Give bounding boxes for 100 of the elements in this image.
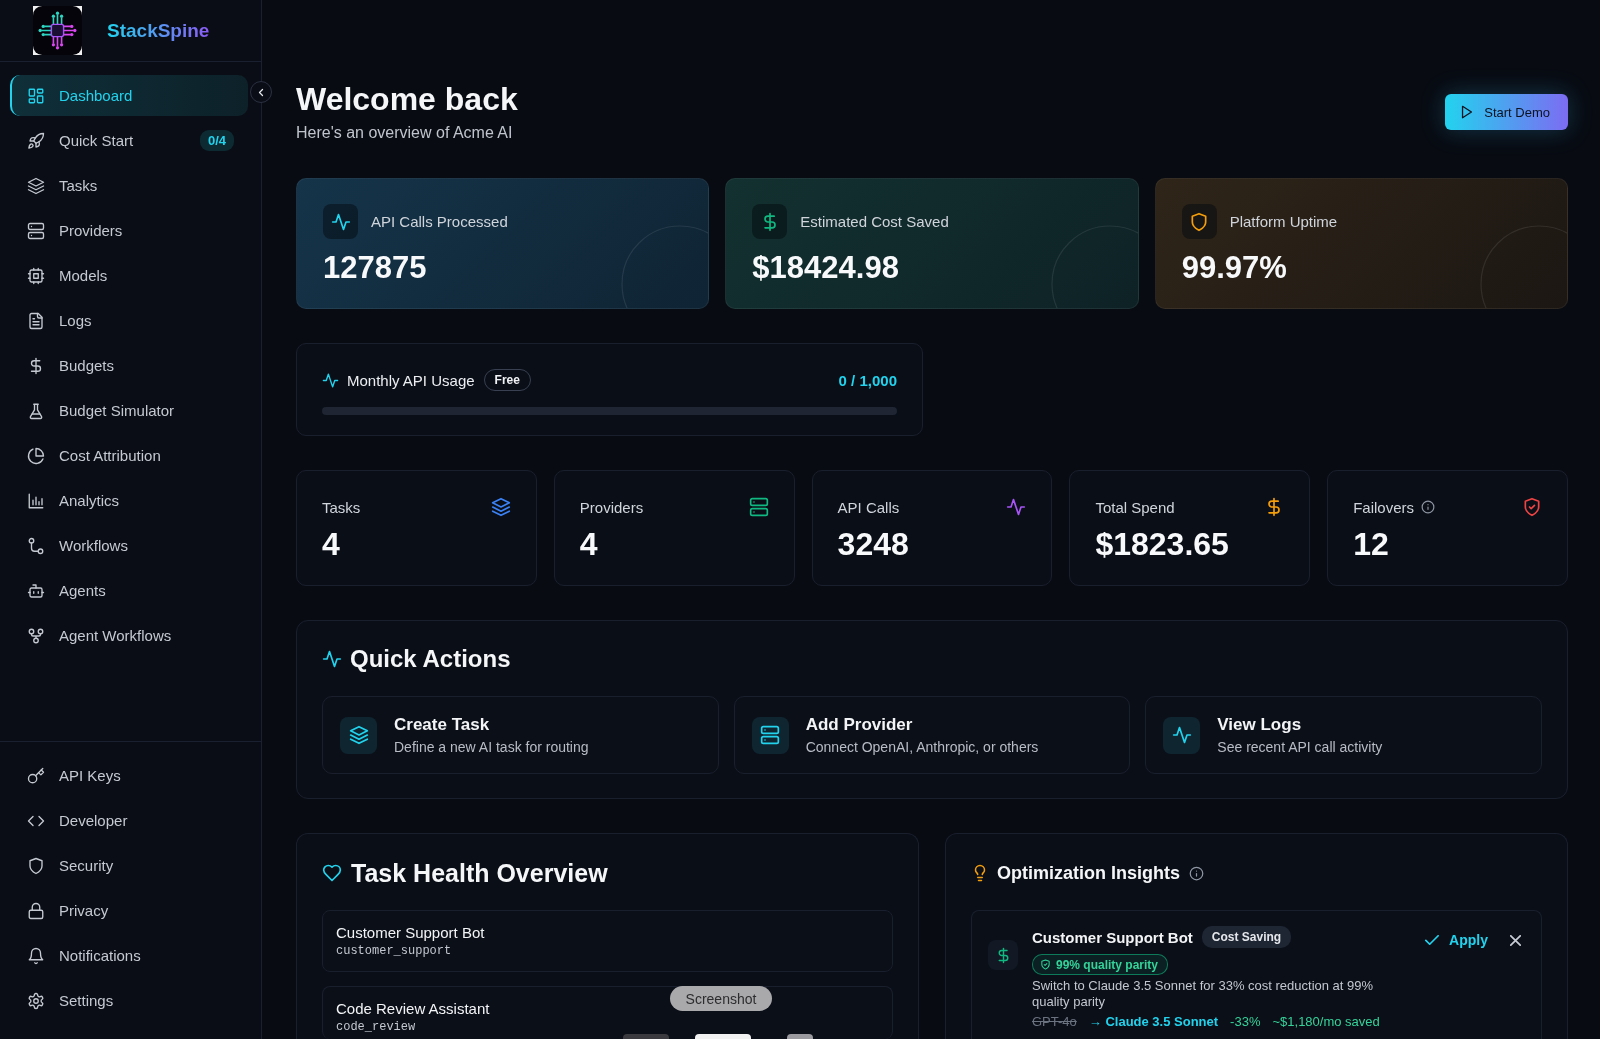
suggested-model: → Claude 3.5 Sonnet [1088,1014,1219,1030]
start-demo-button[interactable]: Start Demo [1445,94,1568,130]
dollar-icon [988,940,1018,970]
pulse-icon [1006,497,1027,517]
task-slug: code_review [336,1019,416,1035]
nav-item[interactable]: Logs [10,300,248,341]
nav-item[interactable]: Budgets [10,345,248,386]
chip-logo-icon [33,6,82,55]
shield-icon [1181,204,1217,239]
current-model: GPT-4o [1032,1014,1077,1030]
play-icon [1461,105,1474,119]
nav-item[interactable]: Dashboard [10,75,248,116]
bell-icon [27,946,45,965]
branch-icon [27,536,45,555]
action-title: Add Provider [805,715,913,735]
nav-item[interactable]: Notifications [10,935,248,976]
action-description: See recent API call activity [1217,739,1383,755]
quick-action-card[interactable]: View Logs See recent API call activity [1145,696,1542,774]
nav-item[interactable]: Security [10,845,248,886]
metric-value: 4 [322,526,340,562]
nav-item[interactable]: Models [10,255,248,296]
nav-item[interactable]: API Keys [10,755,248,796]
pulse-icon [322,649,342,669]
stat-label: Platform Uptime [1229,213,1338,230]
fork-icon [27,626,45,645]
info-icon[interactable] [1421,500,1436,514]
progress-count-badge: 0/4 [199,130,234,151]
task-name: Code Review Assistant [336,999,490,1019]
dashboard-grid-icon [27,86,45,105]
task-name: Customer Support Bot [336,923,485,943]
action-title: View Logs [1217,715,1302,735]
nav-item[interactable]: Workflows [10,525,248,566]
metric-label: Total Spend [1095,498,1175,516]
dollar-icon [752,204,788,239]
metric-value: $1823.65 [1095,526,1229,562]
chevron-left-icon [258,87,264,97]
stat-label: API Calls Processed [371,213,508,230]
nav-item[interactable]: Agents [10,570,248,611]
page-title: Welcome back [296,80,518,119]
action-description: Define a new AI task for routing [394,739,589,755]
insight-task-name: Customer Support Bot [1032,928,1193,946]
cost-change: -33% [1230,1014,1261,1030]
nav-item[interactable]: Privacy [10,890,248,931]
metric-label: Failovers [1353,498,1415,516]
ring-icon [620,222,709,308]
collapse-button[interactable] [250,81,272,103]
usage-reading: 0 / 1,000 [838,371,897,389]
quick-action-card[interactable]: Create Task Define a new AI task for routing [322,696,719,774]
nav-item[interactable]: Settings [10,980,248,1021]
tooltip: Screenshot [670,986,772,1011]
nav-item[interactable]: Quick Start 0/4 [10,120,248,161]
nav-item[interactable]: Cost Attribution [10,435,248,476]
page-subtitle: Here's an overview of Acme AI [296,123,513,143]
metric-label: API Calls [837,498,900,516]
task-row[interactable]: Customer Support Bot customer_support [322,910,893,972]
category-tag: Cost Saving [1201,926,1292,948]
chip-icon [27,266,45,285]
monthly-savings: ~$1,180/mo saved [1272,1014,1380,1030]
apply-button[interactable]: Apply [1425,930,1488,950]
ring-icon [1049,222,1138,308]
flask-icon [27,401,45,420]
key-icon [27,766,45,785]
layers-icon [340,716,377,754]
nav-item[interactable]: Tasks [10,165,248,206]
check-icon [1425,935,1440,945]
info-icon[interactable] [1189,865,1204,881]
server-icon [751,716,789,754]
action-description: Connect OpenAI, Anthropic, or others [805,739,1039,755]
server-icon [27,221,45,240]
action-title: Create Task [394,715,490,735]
settings-icon [27,991,45,1010]
stat-value: $18424.98 [752,250,899,286]
close-icon [1510,934,1521,946]
insight-description: Switch to Claude 3.5 Sonnet for 33% cost reduction at 99% quality parity [1032,978,1375,1010]
server-icon [748,497,769,517]
quick-action-card[interactable]: Add Provider Connect OpenAI, Anthropic, or others [733,696,1131,774]
stat-value: 127875 [323,250,427,286]
section-title: Quick Actions [350,645,511,673]
nav-item[interactable]: Budget Simulator [10,390,248,431]
section-title: Task Health Overview [351,858,608,888]
shield-check-icon [1040,959,1051,970]
pie-chart-icon [27,446,45,465]
metric-label: Providers [579,498,644,516]
metric-value: 12 [1353,526,1389,562]
stat-value: 99.97% [1181,250,1287,286]
quality-pill: 99% quality parity [1032,954,1169,975]
stat-label: Estimated Cost Saved [800,213,949,230]
pulse-icon [323,204,358,239]
nav-item[interactable]: Developer [10,800,248,841]
metric-value: 4 [579,526,598,562]
section-title: Optimization Insights [997,862,1180,884]
bar-chart-icon [27,491,45,510]
heart-icon [322,863,342,883]
lock-icon [27,901,45,920]
shield-check-icon [1522,497,1542,517]
close-button[interactable] [1510,934,1521,946]
usage-title: Monthly API Usage [347,371,475,389]
nav-item[interactable]: Agent Workflows [10,615,248,656]
nav-item[interactable]: Analytics [10,480,248,521]
nav-item[interactable]: Providers [10,210,248,251]
